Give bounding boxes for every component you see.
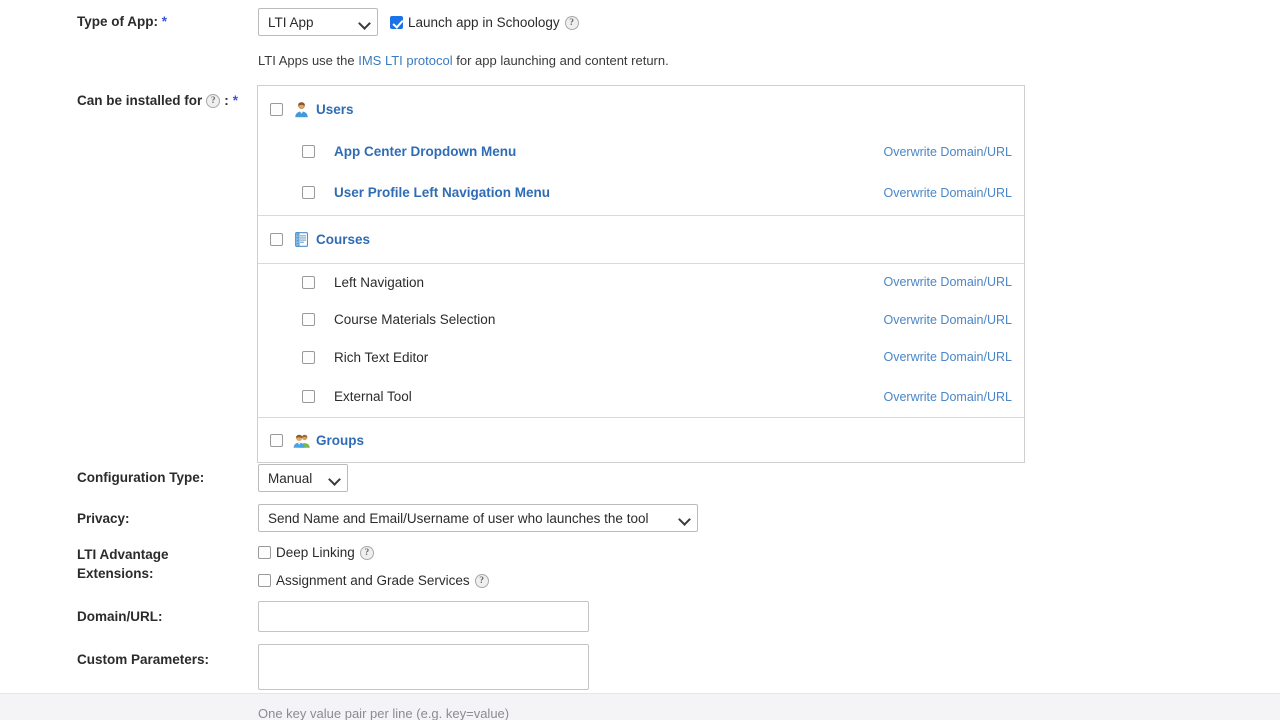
install-item-external-tool[interactable]: External Tool Overwrite Domain/URL [258,376,1024,417]
privacy-select-value: Send Name and Email/Username of user who… [268,510,649,526]
can-be-installed-colon: : [224,93,229,108]
overwrite-domain-url-link[interactable]: Overwrite Domain/URL [883,390,1012,404]
section-title-courses[interactable]: Courses [316,232,370,247]
deep-linking-label: Deep Linking [276,545,355,560]
item-checkbox-rich-text-editor[interactable] [302,350,315,364]
item-checkbox-user-profile-left-navigation-menu[interactable] [302,186,315,199]
lti-protocol-note: LTI Apps use the IMS LTI protocol for ap… [258,53,669,68]
custom-parameters-hint: One key value pair per line (e.g. key=va… [258,706,510,720]
help-icon[interactable]: ? [359,545,374,560]
item-label-rich-text-editor: Rich Text Editor [334,349,429,365]
lti-note-suffix: for app launching and content return. [452,53,669,68]
item-label-app-center-dropdown-menu[interactable]: App Center Dropdown Menu [334,144,516,159]
chevron-down-icon [680,513,691,524]
can-be-installed-label-text: Can be installed for [77,93,203,108]
privacy-label: Privacy: [77,511,130,526]
item-checkbox-left-navigation[interactable] [302,275,315,289]
item-label-course-materials-selection: Course Materials Selection [334,312,496,328]
lti-advantage-label-line1: LTI Advantage [77,547,169,562]
overwrite-domain-url-link[interactable]: Overwrite Domain/URL [883,313,1012,327]
course-book-icon [295,231,308,247]
type-of-app-select[interactable]: LTI App [258,8,378,36]
install-item-user-profile-left-navigation-menu[interactable]: User Profile Left Navigation Menu Overwr… [258,171,1024,215]
install-section-header-groups[interactable]: Groups [258,418,1024,462]
lti-note-prefix: LTI Apps use the [258,53,359,68]
install-item-left-navigation[interactable]: Left Navigation Overwrite Domain/URL [258,264,1024,302]
section-checkbox-courses[interactable] [270,232,283,246]
privacy-select[interactable]: Send Name and Email/Username of user who… [258,504,698,532]
chevron-down-icon [360,17,371,28]
launch-app-checkbox-row[interactable]: Launch app in Schoology ? [390,15,579,30]
item-label-left-navigation: Left Navigation [334,274,425,290]
user-icon [295,102,308,118]
app-settings-form: Type of App: * LTI App Launch app in Sch… [0,0,1280,720]
type-of-app-select-value: LTI App [268,14,314,30]
assignment-grade-services-checkbox[interactable] [258,574,271,587]
type-of-app-label: Type of App: * [77,13,167,31]
configuration-type-select-value: Manual [268,470,313,486]
item-checkbox-course-materials-selection[interactable] [302,313,315,327]
section-checkbox-groups[interactable] [270,433,283,447]
install-item-course-materials-selection[interactable]: Course Materials Selection Overwrite Dom… [258,301,1024,339]
overwrite-domain-url-link[interactable]: Overwrite Domain/URL [883,275,1012,289]
install-section-header-courses[interactable]: Courses [258,216,1024,263]
item-label-user-profile-left-navigation-menu[interactable]: User Profile Left Navigation Menu [334,185,550,200]
bottom-band [0,694,1280,720]
configuration-type-label: Configuration Type: [77,470,205,485]
overwrite-domain-url-link[interactable]: Overwrite Domain/URL [883,145,1012,159]
install-targets-panel: Users App Center Dropdown Menu Overwrite… [257,85,1025,463]
domain-url-input[interactable] [258,601,589,632]
configuration-type-select[interactable]: Manual [258,464,348,492]
help-icon[interactable]: ? [564,15,579,30]
overwrite-domain-url-link[interactable]: Overwrite Domain/URL [883,350,1012,364]
item-checkbox-app-center-dropdown-menu[interactable] [302,145,315,159]
can-be-installed-label: Can be installed for ? : * [77,92,238,110]
launch-app-checkbox[interactable] [390,16,403,29]
type-of-app-required-mark: * [161,14,168,29]
assignment-grade-services-label: Assignment and Grade Services [276,573,470,588]
help-icon[interactable]: ? [206,94,221,108]
domain-url-label: Domain/URL: [77,609,163,624]
groups-icon [293,434,310,448]
deep-linking-row[interactable]: Deep Linking ? [258,545,374,560]
deep-linking-checkbox[interactable] [258,546,271,559]
install-item-app-center-dropdown-menu[interactable]: App Center Dropdown Menu Overwrite Domai… [258,133,1024,171]
assignment-grade-services-row[interactable]: Assignment and Grade Services ? [258,573,489,588]
overwrite-domain-url-link[interactable]: Overwrite Domain/URL [883,186,1012,200]
ims-lti-protocol-link[interactable]: IMS LTI protocol [358,53,452,68]
can-be-installed-required-mark: * [232,93,239,108]
custom-parameters-input[interactable] [258,644,589,690]
lti-advantage-label-line2: Extensions: [77,566,154,581]
section-title-users[interactable]: Users [316,102,354,117]
section-title-groups[interactable]: Groups [316,433,364,448]
section-checkbox-users[interactable] [270,103,283,116]
type-of-app-label-text: Type of App: [77,14,158,29]
install-section-header-users[interactable]: Users [258,86,1024,133]
help-icon[interactable]: ? [474,573,489,588]
item-label-external-tool: External Tool [334,389,412,404]
item-checkbox-external-tool[interactable] [302,390,315,403]
chevron-down-icon [330,473,341,484]
install-item-rich-text-editor[interactable]: Rich Text Editor Overwrite Domain/URL [258,339,1024,377]
custom-parameters-label: Custom Parameters: [77,652,210,667]
launch-app-label: Launch app in Schoology [408,15,560,30]
lti-advantage-label: LTI Advantage Extensions: [77,545,169,583]
